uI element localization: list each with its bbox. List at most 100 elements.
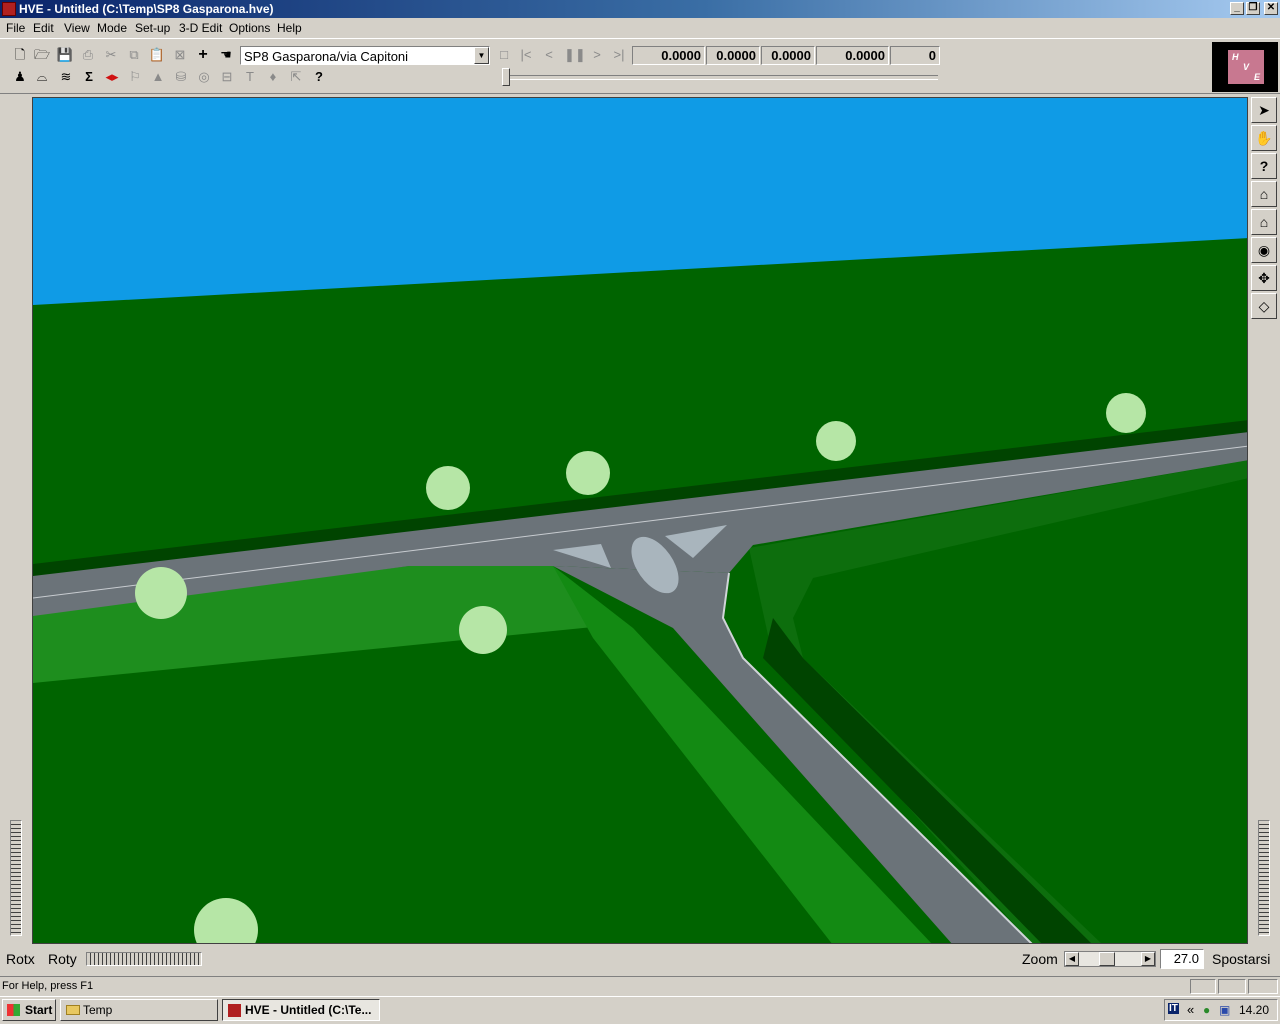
readout-frame: 0 [890,46,940,65]
pause-icon[interactable]: ❚❚ [564,46,586,64]
roty-label: Roty [48,951,77,967]
tree-5 [135,567,187,619]
hve-app-icon [2,2,16,16]
clock: 14.20 [1238,1003,1269,1017]
target-icon[interactable]: ◎ [195,68,213,86]
last-frame-icon[interactable]: >| [610,46,628,64]
help-query-icon[interactable]: ? [1251,153,1277,179]
mode-label: Spostarsi [1212,951,1271,967]
taskbar-item-hve[interactable]: HVE - Untitled (C:\Te... [222,999,380,1021]
stop-icon[interactable]: □ [495,46,513,64]
zoom-scrollbar[interactable]: ◀ ▶ [1064,951,1156,967]
humans-icon[interactable]: ♟ [11,68,29,86]
readout-x: 0.0000 [706,46,760,65]
terrain-icon[interactable]: ≋ [57,68,75,86]
menu-3d-edit[interactable]: 3-D Edit [179,21,222,35]
network-icon[interactable]: ● [1203,1003,1210,1017]
language-indicator[interactable]: IT [1168,1003,1179,1014]
system-tray: IT « ● ▣ 14.20 [1164,999,1278,1021]
time-slider-track[interactable] [506,75,938,80]
close-button[interactable]: ✕ [1264,2,1278,15]
time-slider-thumb[interactable] [502,68,510,86]
open-folder-icon[interactable]: 🗁 [33,46,51,64]
status-panel-2 [1218,979,1246,994]
tree-1 [426,466,470,510]
prev-frame-icon[interactable]: < [540,46,558,64]
perspective-cube-icon[interactable]: ◇ [1251,293,1277,319]
add-icon[interactable]: + [194,46,212,64]
status-panel-1 [1190,979,1216,994]
readout-y: 0.0000 [761,46,815,65]
flag-icon[interactable]: ⚐ [126,68,144,86]
hve-logo: H V E [1212,42,1278,92]
rotation-slider[interactable] [86,952,202,966]
split-icon[interactable]: ◂▸ [103,68,121,86]
location-combo-value: SP8 Gasparona/via Capitoni [244,49,409,64]
hand-pointer-icon[interactable]: ☚ [217,46,235,64]
start-label: Start [25,1003,53,1017]
cone-icon[interactable]: ▲ [149,68,167,86]
right-vertical-slider[interactable] [1258,820,1270,936]
cut-icon[interactable]: ✂ [102,46,120,64]
copy-icon[interactable]: ⧉ [125,46,143,64]
restore-button[interactable]: ❐ [1246,2,1260,15]
eye-view-icon[interactable]: ◉ [1251,237,1277,263]
zoom-right-arrow-icon[interactable]: ▶ [1141,952,1155,966]
start-button[interactable]: Start [2,999,56,1021]
chevron-down-icon[interactable]: ▼ [474,47,489,64]
drum-icon[interactable]: ⛁ [172,68,190,86]
menu-edit[interactable]: Edit [33,21,54,35]
display-icon[interactable]: ▣ [1219,1003,1230,1017]
status-help-text: For Help, press F1 [2,980,94,992]
vehicle-icon[interactable]: ⌓ [33,68,51,86]
logo-letter-v: V [1243,62,1250,72]
next-frame-icon[interactable]: > [588,46,606,64]
tray-expand-icon[interactable]: « [1187,1002,1194,1017]
menu-options[interactable]: Options [229,21,270,35]
pan-hand-icon[interactable]: ✋ [1251,125,1277,151]
first-frame-icon[interactable]: |< [517,46,535,64]
left-panel [0,97,32,944]
sum-icon[interactable]: Σ [80,68,98,86]
arrow-icon[interactable]: ⇱ [287,68,305,86]
move-cross-icon[interactable]: ✥ [1251,265,1277,291]
fit-icon[interactable]: ⊠ [171,46,189,64]
rotx-label: Rotx [6,951,35,967]
menu-setup[interactable]: Set-up [135,21,170,35]
readout-time: 0.0000 [632,46,705,65]
tree-6 [459,606,507,654]
taskbar-item-temp[interactable]: Temp [60,999,218,1021]
help-icon[interactable]: ? [310,68,328,86]
new-file-icon[interactable]: 🗋 [11,46,29,64]
select-arrow-icon[interactable]: ➤ [1251,97,1277,123]
window-title: HVE - Untitled (C:\Temp\SP8 Gasparona.hv… [19,2,274,16]
home-view-icon[interactable]: ⌂ [1251,181,1277,207]
barrel-icon[interactable]: ⊟ [218,68,236,86]
sign-icon[interactable]: ♦ [264,68,282,86]
menu-help[interactable]: Help [277,21,302,35]
left-vertical-slider[interactable] [10,820,22,936]
set-home-icon[interactable]: ⌂ [1251,209,1277,235]
zoom-left-arrow-icon[interactable]: ◀ [1065,952,1079,966]
print-icon[interactable]: ⎙ [79,46,97,64]
save-icon[interactable]: 💾 [56,46,74,64]
menu-mode[interactable]: Mode [97,21,127,35]
readout-z: 0.0000 [816,46,889,65]
zoom-scroll-thumb[interactable] [1099,952,1115,966]
3d-viewport[interactable] [32,97,1248,944]
paste-icon[interactable]: 📋 [148,46,166,64]
tree-3 [816,421,856,461]
menu-view[interactable]: View [64,21,90,35]
tree-2 [566,451,610,495]
title-bar: HVE - Untitled (C:\Temp\SP8 Gasparona.hv… [0,0,1280,18]
minimize-button[interactable]: _ [1230,2,1244,15]
zoom-label: Zoom [1022,951,1058,967]
location-combo[interactable]: SP8 Gasparona/via Capitoni ▼ [240,46,490,65]
zoom-value[interactable]: 27.0 [1160,949,1204,969]
taskbar-item-label: Temp [83,1003,113,1017]
taskbar-item-label: HVE - Untitled (C:\Te... [245,1003,372,1017]
logo-letter-e: E [1254,72,1261,82]
pole-icon[interactable]: T [241,68,259,86]
menu-file[interactable]: File [6,21,25,35]
status-panel-3 [1248,979,1278,994]
